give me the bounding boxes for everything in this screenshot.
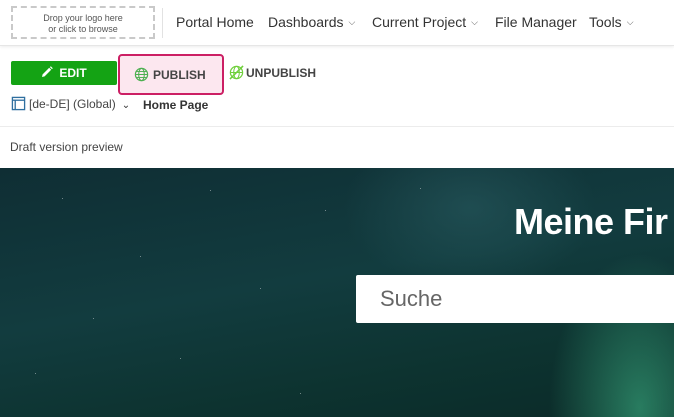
chevron-down-icon: ⌵ [471,17,478,27]
chevron-down-icon: ⌄ [121,100,131,111]
nav-tools[interactable]: Tools ⌵ [589,14,634,30]
nav-portal-home[interactable]: Portal Home [176,14,254,30]
page-layout-icon [11,96,26,111]
pencil-icon [42,66,54,77]
nav-tools-label: Tools [589,14,622,30]
star-dot [260,288,261,289]
star-dot [140,256,141,257]
unpublish-button[interactable]: UNPUBLISH [229,65,316,80]
logo-drop-zone[interactable]: Drop your logo here or click to browse [11,6,155,39]
edit-button-label: EDIT [59,66,87,80]
publish-button[interactable]: PUBLISH [118,54,224,95]
star-dot [35,373,36,374]
draft-preview-label: Draft version preview [10,140,123,154]
locale-selector-value: [de-DE] (Global) [29,97,116,111]
unpublish-button-label: UNPUBLISH [246,66,317,80]
edit-button[interactable]: EDIT [11,61,117,85]
star-dot [210,190,211,191]
nav-dashboards-label: Dashboards [268,14,344,30]
star-dot [62,198,63,199]
nav-file-manager-label: File Manager [495,14,577,30]
star-dot [420,188,421,189]
nav-file-manager[interactable]: File Manager [495,14,577,30]
hero-title: Meine Fir [514,201,668,242]
globe-icon [134,67,149,82]
star-dot [180,358,181,359]
logo-drop-line1: Drop your logo here [43,13,123,23]
publish-button-label: PUBLISH [153,68,206,82]
logo-drop-line2: or click to browse [48,24,118,34]
nav-current-project[interactable]: Current Project ⌵ [372,14,478,30]
star-dot [93,318,94,319]
star-dot [325,210,326,211]
search-input[interactable] [356,275,674,323]
globe-off-icon [229,65,244,80]
nav-current-project-label: Current Project [372,14,467,30]
nav-portal-home-label: Portal Home [176,14,254,30]
nav-divider [162,8,163,38]
page-name: Home Page [143,98,209,112]
section-divider [0,126,674,127]
top-navigation-bar: Drop your logo here or click to browse P… [0,0,674,46]
chevron-down-icon: ⌵ [626,17,634,27]
locale-selector[interactable]: [de-DE] (Global) ⌄ [11,96,130,111]
hero-banner: Meine Fir [0,168,674,417]
nav-dashboards[interactable]: Dashboards ⌵ [268,14,355,30]
star-dot [300,393,301,394]
chevron-down-icon: ⌵ [348,17,356,27]
